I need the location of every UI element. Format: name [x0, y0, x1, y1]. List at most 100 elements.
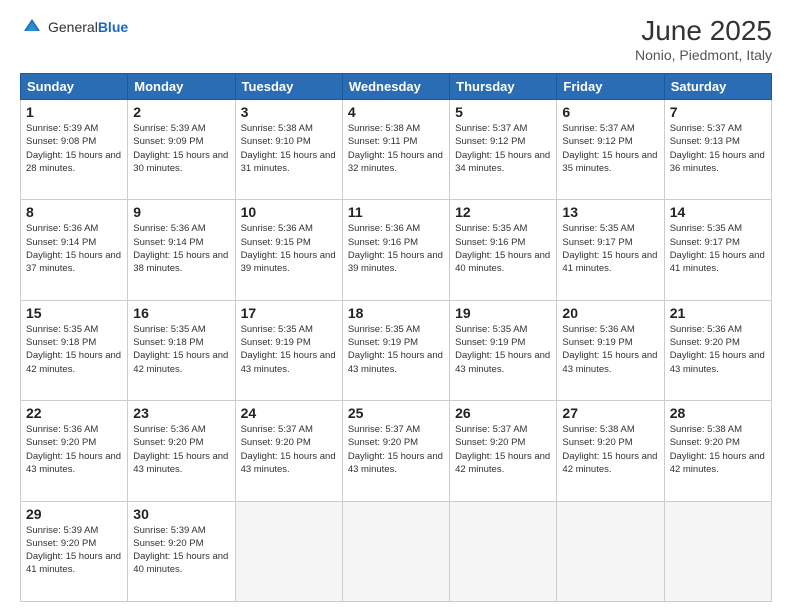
- day-number: 20: [562, 305, 658, 321]
- calendar-title: June 2025: [635, 15, 772, 47]
- table-row: 23 Sunrise: 5:36 AMSunset: 9:20 PMDayligh…: [128, 401, 235, 501]
- logo: GeneralBlue: [20, 15, 128, 39]
- day-info: Sunrise: 5:38 AMSunset: 9:20 PMDaylight:…: [670, 423, 766, 476]
- col-monday: Monday: [128, 74, 235, 100]
- day-number: 25: [348, 405, 444, 421]
- table-row: [235, 501, 342, 601]
- day-number: 1: [26, 104, 122, 120]
- title-block: June 2025 Nonio, Piedmont, Italy: [635, 15, 772, 63]
- calendar-subtitle: Nonio, Piedmont, Italy: [635, 47, 772, 63]
- col-saturday: Saturday: [664, 74, 771, 100]
- day-info: Sunrise: 5:37 AMSunset: 9:12 PMDaylight:…: [562, 122, 658, 175]
- table-row: 25 Sunrise: 5:37 AMSunset: 9:20 PMDayligh…: [342, 401, 449, 501]
- day-number: 2: [133, 104, 229, 120]
- day-info: Sunrise: 5:35 AMSunset: 9:19 PMDaylight:…: [241, 323, 337, 376]
- table-row: 29Sunrise: 5:39 AMSunset: 9:20 PMDayligh…: [21, 501, 128, 601]
- table-row: 21 Sunrise: 5:36 AMSunset: 9:20 PMDayligh…: [664, 300, 771, 400]
- day-info: Sunrise: 5:37 AMSunset: 9:20 PMDaylight:…: [348, 423, 444, 476]
- day-number: 23: [133, 405, 229, 421]
- table-row: 7 Sunrise: 5:37 AMSunset: 9:13 PMDaylight…: [664, 100, 771, 200]
- day-number: 30: [133, 506, 229, 522]
- day-number: 9: [133, 204, 229, 220]
- day-number: 22: [26, 405, 122, 421]
- table-row: 30Sunrise: 5:39 AMSunset: 9:20 PMDayligh…: [128, 501, 235, 601]
- table-row: 14 Sunrise: 5:35 AMSunset: 9:17 PMDayligh…: [664, 200, 771, 300]
- table-row: 8Sunrise: 5:36 AMSunset: 9:14 PMDaylight…: [21, 200, 128, 300]
- day-number: 16: [133, 305, 229, 321]
- table-row: 1 Sunrise: 5:39 AMSunset: 9:08 PMDaylight…: [21, 100, 128, 200]
- day-number: 7: [670, 104, 766, 120]
- calendar-week-row: 8Sunrise: 5:36 AMSunset: 9:14 PMDaylight…: [21, 200, 772, 300]
- day-number: 28: [670, 405, 766, 421]
- table-row: 18 Sunrise: 5:35 AMSunset: 9:19 PMDayligh…: [342, 300, 449, 400]
- table-row: 11 Sunrise: 5:36 AMSunset: 9:16 PMDayligh…: [342, 200, 449, 300]
- day-info: Sunrise: 5:37 AMSunset: 9:13 PMDaylight:…: [670, 122, 766, 175]
- table-row: 3 Sunrise: 5:38 AMSunset: 9:10 PMDaylight…: [235, 100, 342, 200]
- day-info: Sunrise: 5:37 AMSunset: 9:12 PMDaylight:…: [455, 122, 551, 175]
- day-number: 21: [670, 305, 766, 321]
- day-number: 13: [562, 204, 658, 220]
- table-row: 17Sunrise: 5:35 AMSunset: 9:19 PMDayligh…: [235, 300, 342, 400]
- day-info: Sunrise: 5:35 AMSunset: 9:17 PMDaylight:…: [670, 222, 766, 275]
- day-info: Sunrise: 5:36 AMSunset: 9:20 PMDaylight:…: [133, 423, 229, 476]
- day-info: Sunrise: 5:36 AMSunset: 9:19 PMDaylight:…: [562, 323, 658, 376]
- logo-general: GeneralBlue: [48, 19, 128, 36]
- table-row: [342, 501, 449, 601]
- col-tuesday: Tuesday: [235, 74, 342, 100]
- table-row: 19 Sunrise: 5:35 AMSunset: 9:19 PMDayligh…: [450, 300, 557, 400]
- table-row: 13Sunrise: 5:35 AMSunset: 9:17 PMDayligh…: [557, 200, 664, 300]
- day-info: Sunrise: 5:39 AMSunset: 9:09 PMDaylight:…: [133, 122, 229, 175]
- day-number: 18: [348, 305, 444, 321]
- day-info: Sunrise: 5:35 AMSunset: 9:18 PMDaylight:…: [133, 323, 229, 376]
- day-number: 14: [670, 204, 766, 220]
- calendar-week-row: 1 Sunrise: 5:39 AMSunset: 9:08 PMDaylight…: [21, 100, 772, 200]
- table-row: 22Sunrise: 5:36 AMSunset: 9:20 PMDayligh…: [21, 401, 128, 501]
- day-info: Sunrise: 5:38 AMSunset: 9:10 PMDaylight:…: [241, 122, 337, 175]
- day-info: Sunrise: 5:35 AMSunset: 9:18 PMDaylight:…: [26, 323, 122, 376]
- day-number: 6: [562, 104, 658, 120]
- day-number: 4: [348, 104, 444, 120]
- table-row: 10 Sunrise: 5:36 AMSunset: 9:15 PMDayligh…: [235, 200, 342, 300]
- day-number: 12: [455, 204, 551, 220]
- day-info: Sunrise: 5:37 AMSunset: 9:20 PMDaylight:…: [241, 423, 337, 476]
- day-number: 3: [241, 104, 337, 120]
- table-row: [450, 501, 557, 601]
- day-number: 5: [455, 104, 551, 120]
- day-info: Sunrise: 5:39 AMSunset: 9:08 PMDaylight:…: [26, 122, 122, 175]
- day-info: Sunrise: 5:39 AMSunset: 9:20 PMDaylight:…: [26, 524, 122, 577]
- header: GeneralBlue June 2025 Nonio, Piedmont, I…: [20, 15, 772, 63]
- day-info: Sunrise: 5:35 AMSunset: 9:16 PMDaylight:…: [455, 222, 551, 275]
- table-row: 2 Sunrise: 5:39 AMSunset: 9:09 PMDaylight…: [128, 100, 235, 200]
- col-wednesday: Wednesday: [342, 74, 449, 100]
- day-number: 19: [455, 305, 551, 321]
- page: GeneralBlue June 2025 Nonio, Piedmont, I…: [0, 0, 792, 612]
- table-row: 28 Sunrise: 5:38 AMSunset: 9:20 PMDayligh…: [664, 401, 771, 501]
- day-info: Sunrise: 5:36 AMSunset: 9:15 PMDaylight:…: [241, 222, 337, 275]
- day-number: 10: [241, 204, 337, 220]
- col-sunday: Sunday: [21, 74, 128, 100]
- day-info: Sunrise: 5:36 AMSunset: 9:14 PMDaylight:…: [26, 222, 122, 275]
- day-info: Sunrise: 5:35 AMSunset: 9:19 PMDaylight:…: [455, 323, 551, 376]
- day-info: Sunrise: 5:36 AMSunset: 9:14 PMDaylight:…: [133, 222, 229, 275]
- day-number: 11: [348, 204, 444, 220]
- table-row: 26Sunrise: 5:37 AMSunset: 9:20 PMDayligh…: [450, 401, 557, 501]
- day-info: Sunrise: 5:35 AMSunset: 9:19 PMDaylight:…: [348, 323, 444, 376]
- table-row: [557, 501, 664, 601]
- calendar-week-row: 22 Sunrise: 5:36 AMSunset: 9:20 PMDayligh…: [21, 401, 772, 501]
- day-info: Sunrise: 5:36 AMSunset: 9:16 PMDaylight:…: [348, 222, 444, 275]
- table-row: 15 Sunrise: 5:35 AMSunset: 9:18 PMDayligh…: [21, 300, 128, 400]
- table-row: 27Sunrise: 5:38 AMSunset: 9:20 PMDayligh…: [557, 401, 664, 501]
- table-row: 24Sunrise: 5:37 AMSunset: 9:20 PMDayligh…: [235, 401, 342, 501]
- calendar-week-row: 29Sunrise: 5:39 AMSunset: 9:20 PMDayligh…: [21, 501, 772, 601]
- day-number: 15: [26, 305, 122, 321]
- col-thursday: Thursday: [450, 74, 557, 100]
- day-number: 26: [455, 405, 551, 421]
- day-info: Sunrise: 5:38 AMSunset: 9:11 PMDaylight:…: [348, 122, 444, 175]
- table-row: 16 Sunrise: 5:35 AMSunset: 9:18 PMDayligh…: [128, 300, 235, 400]
- day-number: 27: [562, 405, 658, 421]
- day-info: Sunrise: 5:36 AMSunset: 9:20 PMDaylight:…: [670, 323, 766, 376]
- calendar-table: Sunday Monday Tuesday Wednesday Thursday…: [20, 73, 772, 602]
- table-row: 9 Sunrise: 5:36 AMSunset: 9:14 PMDaylight…: [128, 200, 235, 300]
- table-row: 6 Sunrise: 5:37 AMSunset: 9:12 PMDaylight…: [557, 100, 664, 200]
- table-row: 4 Sunrise: 5:38 AMSunset: 9:11 PMDaylight…: [342, 100, 449, 200]
